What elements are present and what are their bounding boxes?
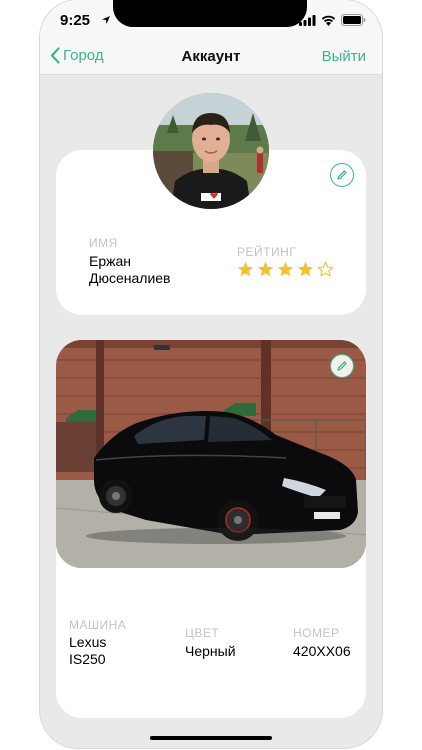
car-make-label: МАШИНА	[69, 618, 127, 632]
car-make-value: Lexus IS250	[69, 634, 107, 667]
pencil-icon	[337, 170, 347, 180]
car-plate-label: НОМЕР	[293, 626, 340, 640]
car-card: МАШИНА Lexus IS250 ЦВЕТ Черный НОМЕР 420…	[56, 340, 366, 718]
edit-profile-button[interactable]	[330, 163, 354, 187]
home-indicator[interactable]	[150, 736, 272, 740]
edit-car-button[interactable]	[330, 354, 354, 378]
location-icon	[102, 16, 110, 24]
pencil-icon	[337, 361, 347, 371]
star-filled-icon	[277, 261, 294, 277]
navigation-bar: Город Аккаунт Выйти	[40, 40, 382, 75]
star-filled-icon	[297, 261, 314, 277]
car-color-value: Черный	[185, 643, 236, 659]
name-label: ИМЯ	[89, 236, 118, 250]
wifi-icon	[321, 15, 336, 26]
star-empty-icon	[317, 261, 334, 277]
phone-screen: 9:25 Город Аккаунт Выйти ИМЯ Ержан Дюсен…	[40, 0, 382, 748]
star-filled-icon	[257, 261, 274, 277]
rating-label: РЕЙТИНГ	[237, 245, 297, 259]
car-color-label: ЦВЕТ	[185, 626, 220, 640]
status-time: 9:25	[60, 12, 91, 29]
name-value: Ержан Дюсеналиев	[89, 253, 171, 286]
status-icons	[299, 14, 366, 26]
car-photo[interactable]	[56, 340, 366, 568]
rating-stars	[237, 261, 334, 277]
logout-button[interactable]: Выйти	[322, 48, 366, 65]
notch	[113, 0, 307, 27]
star-filled-icon	[237, 261, 254, 277]
profile-photo	[153, 93, 269, 209]
battery-icon	[341, 14, 366, 26]
avatar[interactable]	[153, 93, 269, 209]
car-plate-value: 420XX06	[293, 643, 351, 659]
car-image	[56, 340, 366, 568]
